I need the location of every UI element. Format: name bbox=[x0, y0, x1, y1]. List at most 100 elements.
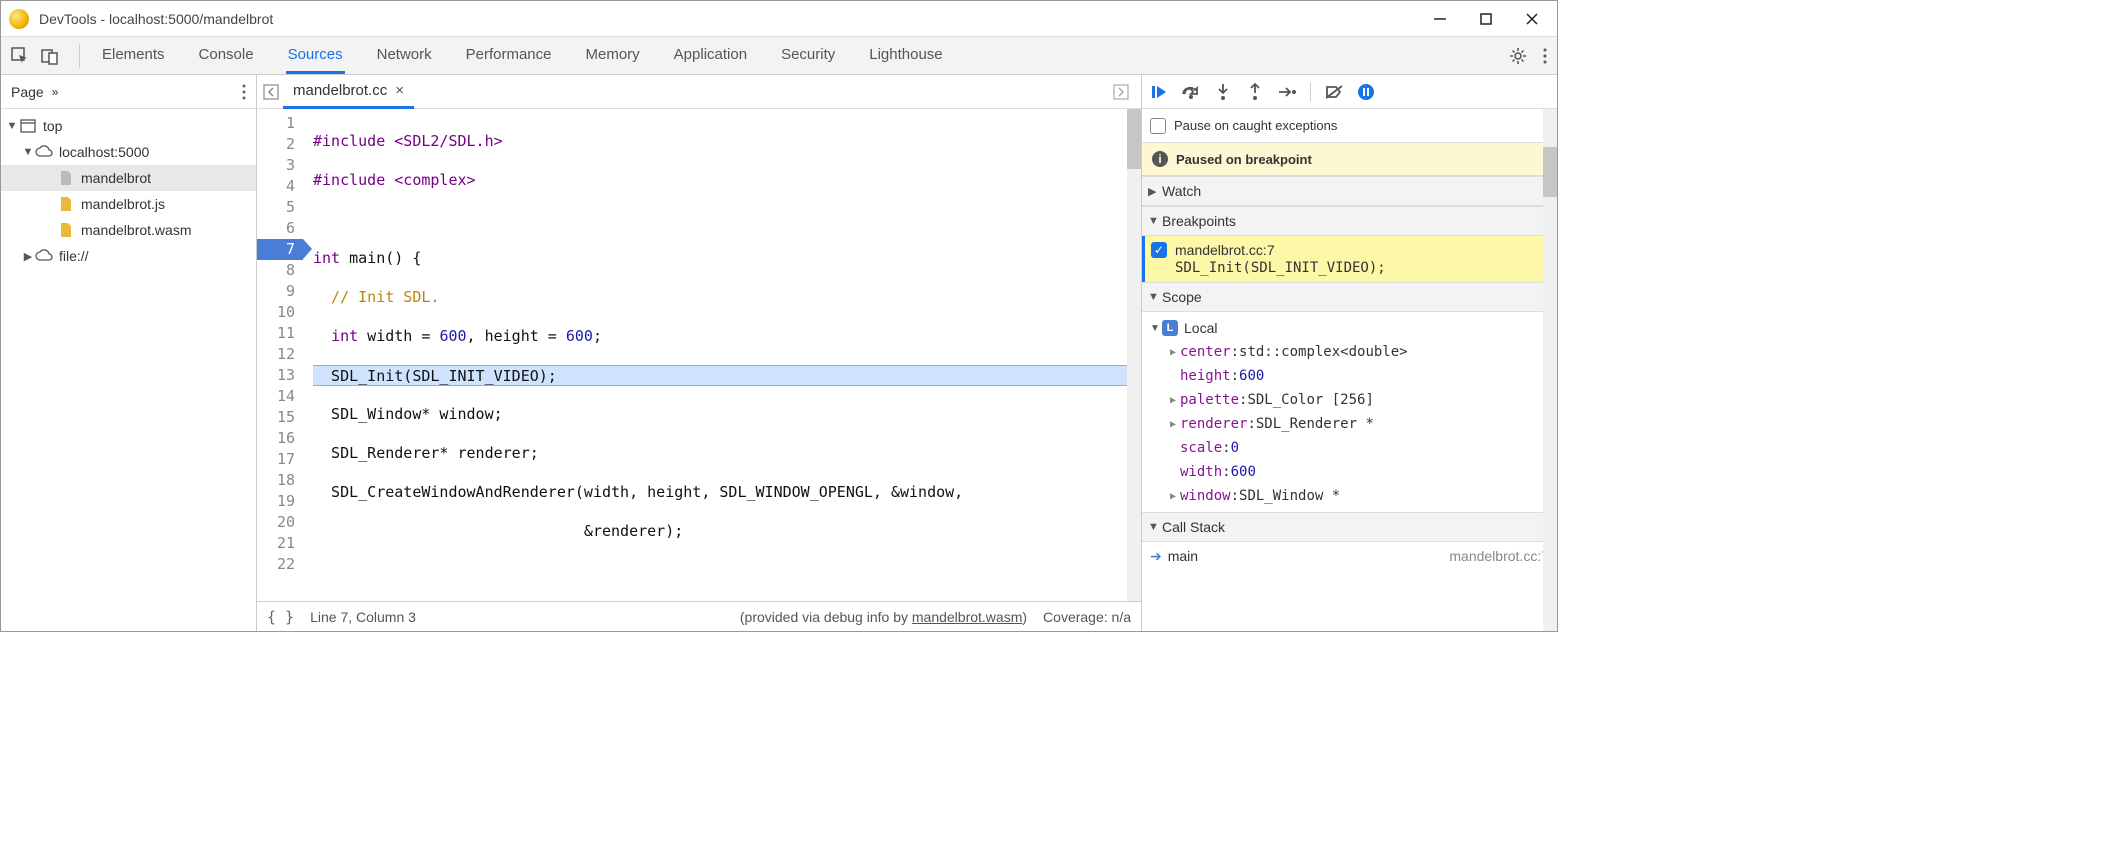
tab-elements[interactable]: Elements bbox=[100, 38, 167, 74]
inspect-element-icon[interactable] bbox=[11, 47, 29, 65]
file-tab-bar: mandelbrot.cc × bbox=[257, 75, 1141, 109]
tab-console[interactable]: Console bbox=[197, 38, 256, 74]
step-over-button[interactable] bbox=[1180, 81, 1202, 103]
toolbar-divider bbox=[1310, 82, 1311, 102]
breakpoint-label: mandelbrot.cc:7 bbox=[1175, 242, 1275, 258]
variable-value: 600 bbox=[1231, 464, 1256, 480]
debug-source-link[interactable]: mandelbrot.wasm bbox=[912, 609, 1023, 625]
tab-memory[interactable]: Memory bbox=[584, 38, 642, 74]
scope-variable[interactable]: scale: 0 bbox=[1148, 436, 1551, 460]
tab-sources[interactable]: Sources bbox=[286, 38, 345, 74]
expand-arrow-icon[interactable]: ▼ bbox=[1148, 323, 1162, 334]
tree-node-file-mandelbrot[interactable]: mandelbrot bbox=[1, 165, 256, 191]
expand-toggle-icon[interactable]: ▼ bbox=[5, 120, 19, 132]
variable-name: window bbox=[1180, 488, 1231, 504]
pause-on-exceptions-button[interactable] bbox=[1355, 81, 1377, 103]
section-callstack[interactable]: ▼ Call Stack bbox=[1142, 512, 1557, 542]
step-out-button[interactable] bbox=[1244, 81, 1266, 103]
file-tab-active[interactable]: mandelbrot.cc × bbox=[283, 75, 414, 109]
paused-status-banner: i Paused on breakpoint bbox=[1142, 143, 1557, 176]
nav-forward-icon[interactable] bbox=[1113, 84, 1129, 100]
expand-arrow-icon[interactable]: ▶ bbox=[1166, 395, 1180, 406]
tree-node-top[interactable]: ▼ top bbox=[1, 113, 256, 139]
tree-node-fileproto[interactable]: ▶ file:// bbox=[1, 243, 256, 269]
device-toggle-icon[interactable] bbox=[41, 47, 59, 65]
variable-name: center bbox=[1180, 344, 1231, 360]
code-content[interactable]: #include <SDL2/SDL.h> #include <complex>… bbox=[303, 109, 1127, 601]
scope-variable[interactable]: ▶window: SDL_Window * bbox=[1148, 484, 1551, 508]
nav-back-icon[interactable] bbox=[263, 84, 283, 100]
tab-application[interactable]: Application bbox=[672, 38, 749, 74]
tree-label: mandelbrot.js bbox=[81, 196, 165, 212]
tree-label: localhost:5000 bbox=[59, 144, 149, 160]
frame-icon bbox=[19, 118, 37, 134]
section-breakpoints[interactable]: ▼ Breakpoints bbox=[1142, 206, 1557, 236]
kebab-menu-icon[interactable] bbox=[1543, 47, 1547, 65]
variable-value: SDL_Renderer * bbox=[1256, 416, 1374, 432]
callstack-frame[interactable]: ➔ main mandelbrot.cc:7 bbox=[1142, 542, 1557, 570]
editor-footer: { } Line 7, Column 3 (provided via debug… bbox=[257, 601, 1141, 631]
scope-variable[interactable]: height: 600 bbox=[1148, 364, 1551, 388]
tab-performance[interactable]: Performance bbox=[464, 38, 554, 74]
settings-gear-icon[interactable] bbox=[1509, 47, 1527, 65]
tree-node-host[interactable]: ▼ localhost:5000 bbox=[1, 139, 256, 165]
script-icon bbox=[57, 196, 75, 212]
sidebar-tab-page[interactable]: Page bbox=[11, 84, 44, 100]
pause-on-caught-option[interactable]: Pause on caught exceptions bbox=[1142, 109, 1557, 143]
tab-lighthouse[interactable]: Lighthouse bbox=[867, 38, 944, 74]
document-icon bbox=[57, 170, 75, 186]
expand-arrow-icon[interactable]: ▶ bbox=[1166, 491, 1180, 502]
step-button[interactable] bbox=[1276, 81, 1298, 103]
variable-value: SDL_Window * bbox=[1239, 488, 1340, 504]
debugger-toolbar bbox=[1142, 75, 1557, 109]
expand-arrow-icon[interactable]: ▶ bbox=[1166, 347, 1180, 358]
tree-label: top bbox=[43, 118, 62, 134]
expand-arrow-icon: ▼ bbox=[1148, 521, 1162, 533]
tree-node-file-js[interactable]: mandelbrot.js bbox=[1, 191, 256, 217]
expand-arrow-icon[interactable]: ▶ bbox=[1166, 419, 1180, 430]
editor-scrollbar[interactable] bbox=[1127, 109, 1141, 601]
variable-value: std::complex<double> bbox=[1239, 344, 1408, 360]
expand-toggle-icon[interactable]: ▶ bbox=[21, 250, 35, 263]
expand-arrow-icon: ▼ bbox=[1148, 291, 1162, 303]
sidebar-menu-icon[interactable] bbox=[242, 84, 246, 100]
file-tab-label: mandelbrot.cc bbox=[293, 82, 387, 99]
tab-network[interactable]: Network bbox=[375, 38, 434, 74]
scope-variable[interactable]: ▶renderer: SDL_Renderer * bbox=[1148, 412, 1551, 436]
checkbox-unchecked-icon[interactable] bbox=[1150, 118, 1166, 134]
window-minimize-button[interactable] bbox=[1431, 10, 1449, 28]
pause-caught-label: Pause on caught exceptions bbox=[1174, 118, 1337, 133]
cloud-icon bbox=[35, 144, 53, 160]
scope-variable[interactable]: ▶center: std::complex<double> bbox=[1148, 340, 1551, 364]
debugger-scrollbar[interactable] bbox=[1543, 109, 1557, 631]
sidebar-more-tabs-icon[interactable]: » bbox=[52, 85, 59, 99]
window-maximize-button[interactable] bbox=[1477, 10, 1495, 28]
main-area: Page » ▼ top ▼ localhost:5000 bbox=[1, 75, 1557, 631]
pretty-print-icon[interactable]: { } bbox=[267, 608, 294, 626]
cloud-icon bbox=[35, 248, 53, 264]
code-editor[interactable]: 123456 7 8910111213141516171819202122 #i… bbox=[257, 109, 1141, 601]
scope-variable[interactable]: ▶palette: SDL_Color [256] bbox=[1148, 388, 1551, 412]
tab-security[interactable]: Security bbox=[779, 38, 837, 74]
resume-button[interactable] bbox=[1148, 81, 1170, 103]
scope-variable[interactable]: width: 600 bbox=[1148, 460, 1551, 484]
debugger-panel: Pause on caught exceptions i Paused on b… bbox=[1142, 75, 1557, 631]
section-watch[interactable]: ▶ Watch bbox=[1142, 176, 1557, 206]
devtools-app-icon bbox=[9, 9, 29, 29]
panel-tabs: Elements Console Sources Network Perform… bbox=[88, 38, 945, 74]
scope-local[interactable]: ▼ L Local bbox=[1148, 316, 1551, 340]
variable-value: 600 bbox=[1239, 368, 1264, 384]
line-gutter[interactable]: 123456 7 8910111213141516171819202122 bbox=[257, 109, 303, 601]
devtools-toolbar: Elements Console Sources Network Perform… bbox=[1, 37, 1557, 75]
variable-name: height bbox=[1180, 368, 1231, 384]
window-close-button[interactable] bbox=[1523, 10, 1541, 28]
expand-toggle-icon[interactable]: ▼ bbox=[21, 146, 35, 158]
tree-node-file-wasm[interactable]: mandelbrot.wasm bbox=[1, 217, 256, 243]
deactivate-breakpoints-button[interactable] bbox=[1323, 81, 1345, 103]
breakpoint-item[interactable]: ✓ mandelbrot.cc:7 SDL_Init(SDL_INIT_VIDE… bbox=[1142, 236, 1557, 282]
step-into-button[interactable] bbox=[1212, 81, 1234, 103]
execution-line: SDL_Init(SDL_INIT_VIDEO); bbox=[313, 365, 1127, 386]
section-scope[interactable]: ▼ Scope bbox=[1142, 282, 1557, 312]
checkbox-checked-icon[interactable]: ✓ bbox=[1151, 242, 1167, 258]
close-tab-icon[interactable]: × bbox=[395, 82, 404, 99]
